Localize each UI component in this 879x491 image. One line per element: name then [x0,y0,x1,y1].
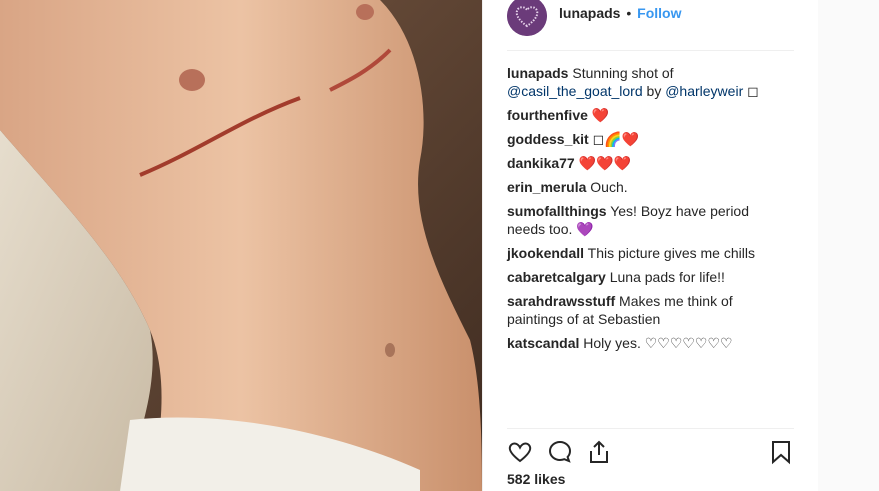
comment-bubble-icon[interactable] [547,439,573,465]
caption-comment: lunapads Stunning shot of @casil_the_goa… [507,64,777,100]
comment-text: ❤️❤️❤️ [574,155,631,171]
comment-text: by [642,83,666,99]
comment-item: sumofallthings Yes! Boyz have period nee… [507,202,777,238]
header-text: lunapads • Follow [559,5,681,21]
follow-button[interactable]: Follow [637,5,681,21]
post-photo[interactable] [0,0,482,491]
likes-count[interactable]: 582 likes [507,471,565,487]
post-sidebar: lunapads • Follow lunapads Stunning shot… [482,0,818,491]
header-username[interactable]: lunapads [559,5,620,21]
comment-username[interactable]: cabaretcalgary [507,269,606,285]
page-background [818,0,879,491]
heart-logo-icon [507,0,547,36]
comment-username[interactable]: goddess_kit [507,131,589,147]
mention-link[interactable]: @casil_the_goat_lord [507,83,643,99]
post-header: lunapads • Follow [507,0,794,51]
comment-text: This picture gives me chills [584,245,755,261]
comment-text: Holy yes. ♡♡♡♡♡♡♡ [579,335,733,351]
share-upload-icon[interactable] [586,439,612,465]
comment-text: ◻ [743,83,759,99]
comment-item: goddess_kit ◻🌈❤️ [507,130,777,148]
comment-text: ❤️ [587,107,610,123]
comment-username[interactable]: erin_merula [507,179,586,195]
mention-link[interactable]: @harleyweir [665,83,743,99]
comment-username[interactable]: katscandal [507,335,579,351]
profile-avatar[interactable] [507,0,547,36]
like-heart-icon[interactable] [507,439,533,465]
comment-username[interactable]: lunapads [507,65,568,81]
comment-text: Luna pads for life!! [605,269,725,285]
comment-item: sarahdrawsstuff Makes me think of painti… [507,292,777,328]
comment-item: cabaretcalgary Luna pads for life!! [507,268,777,286]
comment-text: ◻🌈❤️ [588,131,640,147]
comment-text: Stunning shot of [568,65,674,81]
header-separator: • [626,5,632,21]
photo-illustration [0,0,482,491]
comment-item: katscandal Holy yes. ♡♡♡♡♡♡♡ [507,334,777,352]
action-bar [507,428,794,475]
comment-item: erin_merula Ouch. [507,178,777,196]
instagram-post: lunapads • Follow lunapads Stunning shot… [0,0,818,491]
comment-username[interactable]: fourthenfive [507,107,588,123]
comment-item: jkookendall This picture gives me chills [507,244,777,262]
bookmark-icon[interactable] [768,439,794,465]
comment-text: Ouch. [586,179,628,195]
comment-item: dankika77 ❤️❤️❤️ [507,154,777,172]
comment-item: fourthenfive ❤️ [507,106,777,124]
comment-username[interactable]: dankika77 [507,155,575,171]
comment-username[interactable]: sumofallthings [507,203,607,219]
comment-list: lunapads Stunning shot of @casil_the_goa… [507,64,777,358]
comment-username[interactable]: jkookendall [507,245,584,261]
comment-username[interactable]: sarahdrawsstuff [507,293,615,309]
